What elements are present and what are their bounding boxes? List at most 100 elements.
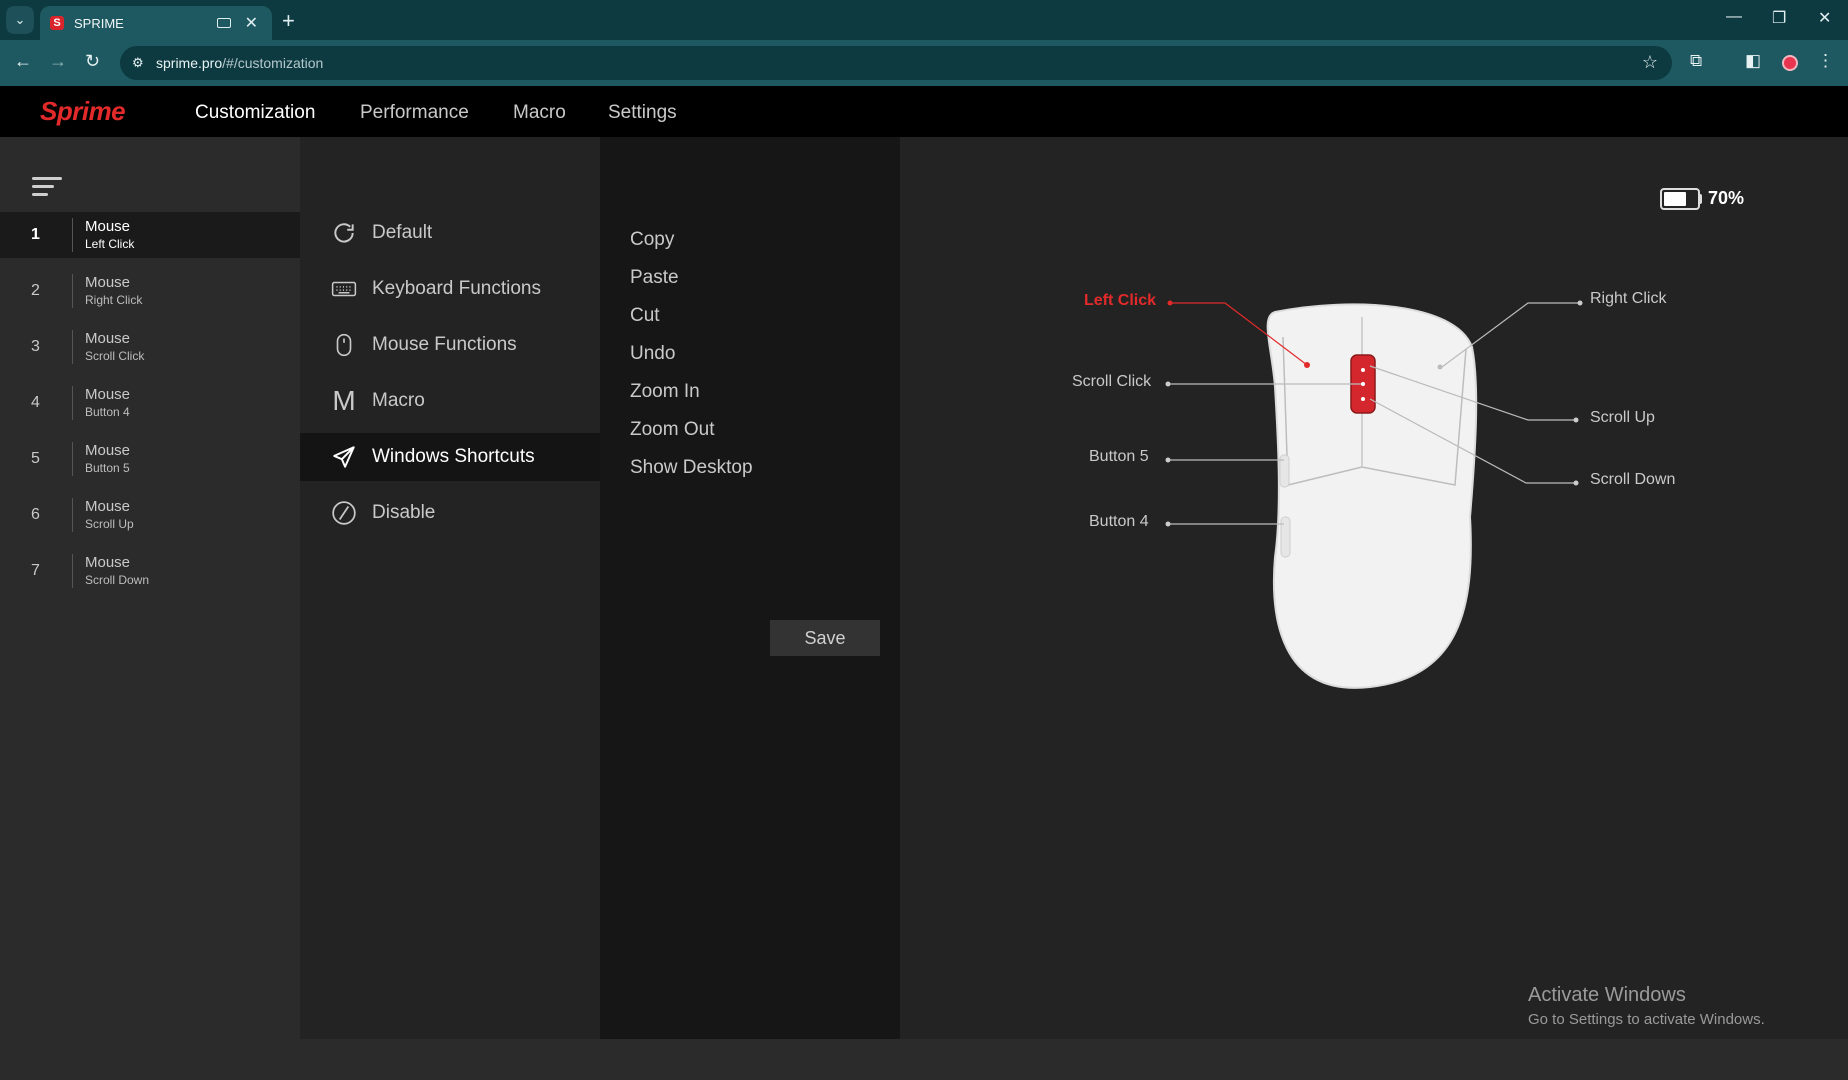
disable-icon bbox=[330, 499, 358, 527]
button-title: Mouse bbox=[85, 218, 131, 235]
button-title: Mouse bbox=[85, 330, 131, 347]
button-number: 6 bbox=[31, 506, 40, 523]
nav-settings[interactable]: Settings bbox=[608, 102, 677, 124]
button-title: Mouse bbox=[85, 442, 131, 459]
footer-strip bbox=[0, 1039, 1848, 1080]
nav-performance[interactable]: Performance bbox=[360, 102, 469, 124]
button-item-4[interactable]: 4 Mouse Button 4 bbox=[0, 380, 300, 426]
button-item-2[interactable]: 2 Mouse Right Click bbox=[0, 268, 300, 314]
browser-tab[interactable]: S SPRIME ✕ bbox=[40, 6, 272, 40]
divider bbox=[72, 330, 73, 364]
button-title: Mouse bbox=[85, 554, 131, 571]
func-disable[interactable]: Disable bbox=[300, 489, 600, 537]
func-label: Macro bbox=[372, 390, 425, 411]
button-number: 5 bbox=[31, 450, 40, 467]
back-icon[interactable]: ← bbox=[14, 51, 32, 72]
button-number: 7 bbox=[31, 562, 40, 579]
restore-icon[interactable]: ❐ bbox=[1772, 8, 1786, 28]
func-label: Keyboard Functions bbox=[372, 278, 541, 299]
nav-customization[interactable]: Customization bbox=[195, 102, 315, 124]
button-subtitle: Left Click bbox=[85, 237, 135, 251]
button-number: 4 bbox=[31, 394, 40, 411]
divider bbox=[72, 274, 73, 308]
function-category-panel: Default Keyboard Functions Mouse Functio… bbox=[300, 137, 600, 1039]
save-button[interactable]: Save bbox=[770, 620, 880, 656]
menu-dots-icon[interactable]: ⋮ bbox=[1817, 51, 1834, 71]
nav-macro[interactable]: Macro bbox=[513, 102, 566, 124]
watermark-subtitle: Go to Settings to activate Windows. bbox=[1528, 1011, 1765, 1028]
site-settings-icon[interactable]: ⚙ bbox=[132, 55, 144, 71]
url-text[interactable]: sprime.pro/#/customization bbox=[156, 55, 323, 71]
func-keyboard[interactable]: Keyboard Functions bbox=[300, 265, 600, 313]
button-subtitle: Right Click bbox=[85, 293, 143, 307]
sprime-favicon-icon: S bbox=[50, 16, 64, 30]
close-tab-icon[interactable]: ✕ bbox=[245, 13, 258, 33]
extensions-icon[interactable]: ⧉ bbox=[1690, 51, 1702, 71]
button-number: 3 bbox=[31, 338, 40, 355]
mouse-diagram-panel: 70% Left Click Right Click Scroll Click … bbox=[900, 137, 1848, 1039]
browser-tab-bar: ⌄ S SPRIME ✕ + — ❐ ✕ bbox=[0, 0, 1848, 40]
close-window-icon[interactable]: ✕ bbox=[1818, 8, 1831, 28]
shortcut-show-desktop[interactable]: Show Desktop bbox=[630, 457, 753, 479]
bookmark-star-icon[interactable]: ☆ bbox=[1642, 52, 1658, 73]
button-title: Mouse bbox=[85, 274, 131, 291]
profile-avatar[interactable] bbox=[1782, 55, 1798, 71]
tab-search-dropdown[interactable]: ⌄ bbox=[6, 6, 34, 34]
func-macro[interactable]: M Macro bbox=[300, 377, 600, 425]
button-item-3[interactable]: 3 Mouse Scroll Click bbox=[0, 324, 300, 370]
label-scroll-up[interactable]: Scroll Up bbox=[1590, 409, 1655, 427]
shortcut-paste[interactable]: Paste bbox=[630, 267, 679, 289]
shortcut-options-panel: Copy Paste Cut Undo Zoom In Zoom Out Sho… bbox=[600, 137, 900, 1039]
mouse-icon bbox=[330, 331, 358, 359]
button-title: Mouse bbox=[85, 386, 131, 403]
shortcut-undo[interactable]: Undo bbox=[630, 343, 675, 365]
tab-title: SPRIME bbox=[74, 15, 124, 31]
send-icon bbox=[330, 443, 358, 471]
func-default[interactable]: Default bbox=[300, 209, 600, 257]
func-label: Default bbox=[372, 222, 433, 243]
label-right-click[interactable]: Right Click bbox=[1590, 290, 1666, 308]
shortcut-cut[interactable]: Cut bbox=[630, 305, 660, 327]
shortcut-zoom-in[interactable]: Zoom In bbox=[630, 381, 700, 403]
button-subtitle: Scroll Down bbox=[85, 573, 150, 587]
macro-m-icon: M bbox=[332, 385, 356, 416]
button-subtitle: Scroll Up bbox=[85, 517, 134, 531]
shortcut-copy[interactable]: Copy bbox=[630, 229, 674, 251]
activate-windows-watermark: Activate Windows Go to Settings to activ… bbox=[1528, 984, 1765, 1028]
refresh-icon bbox=[330, 219, 358, 247]
browser-toolbar: ← → ↻ ⚙ sprime.pro/#/customization ☆ ⧉ ◧… bbox=[0, 40, 1848, 86]
func-label: Disable bbox=[372, 502, 436, 523]
button-item-6[interactable]: 6 Mouse Scroll Up bbox=[0, 492, 300, 538]
label-button-5[interactable]: Button 5 bbox=[1089, 448, 1149, 466]
side-button-4[interactable] bbox=[1280, 516, 1291, 558]
sidepanel-icon[interactable]: ◧ bbox=[1745, 51, 1761, 71]
button-item-1[interactable]: 1 Mouse Left Click bbox=[0, 212, 300, 258]
reload-icon[interactable]: ↻ bbox=[85, 51, 100, 72]
app-navbar: Sprime Customization Performance Macro S… bbox=[0, 86, 1848, 137]
shortcut-zoom-out[interactable]: Zoom Out bbox=[630, 419, 714, 441]
func-mouse[interactable]: Mouse Functions bbox=[300, 321, 600, 369]
func-label: Mouse Functions bbox=[372, 334, 517, 355]
button-subtitle: Scroll Click bbox=[85, 349, 145, 363]
func-windows-shortcuts[interactable]: Windows Shortcuts bbox=[300, 433, 600, 481]
hamburger-menu-icon[interactable] bbox=[32, 177, 62, 201]
divider bbox=[72, 442, 73, 476]
button-number: 1 bbox=[31, 226, 40, 243]
divider bbox=[72, 218, 73, 252]
minimize-icon[interactable]: — bbox=[1726, 8, 1742, 26]
label-scroll-down[interactable]: Scroll Down bbox=[1590, 471, 1675, 489]
label-button-4[interactable]: Button 4 bbox=[1089, 513, 1149, 531]
label-left-click[interactable]: Left Click bbox=[1084, 292, 1156, 310]
label-scroll-click[interactable]: Scroll Click bbox=[1072, 373, 1151, 391]
sprime-logo[interactable]: Sprime bbox=[40, 96, 126, 127]
button-item-7[interactable]: 7 Mouse Scroll Down bbox=[0, 548, 300, 594]
divider bbox=[72, 554, 73, 588]
button-number: 2 bbox=[31, 282, 40, 299]
tab-media-icon[interactable] bbox=[216, 18, 231, 28]
button-item-5[interactable]: 5 Mouse Button 5 bbox=[0, 436, 300, 482]
button-subtitle: Button 4 bbox=[85, 405, 130, 419]
address-bar[interactable]: ⚙ sprime.pro/#/customization ☆ bbox=[120, 46, 1672, 80]
button-title: Mouse bbox=[85, 498, 131, 515]
new-tab-icon[interactable]: + bbox=[282, 8, 295, 34]
forward-icon[interactable]: → bbox=[49, 51, 67, 72]
